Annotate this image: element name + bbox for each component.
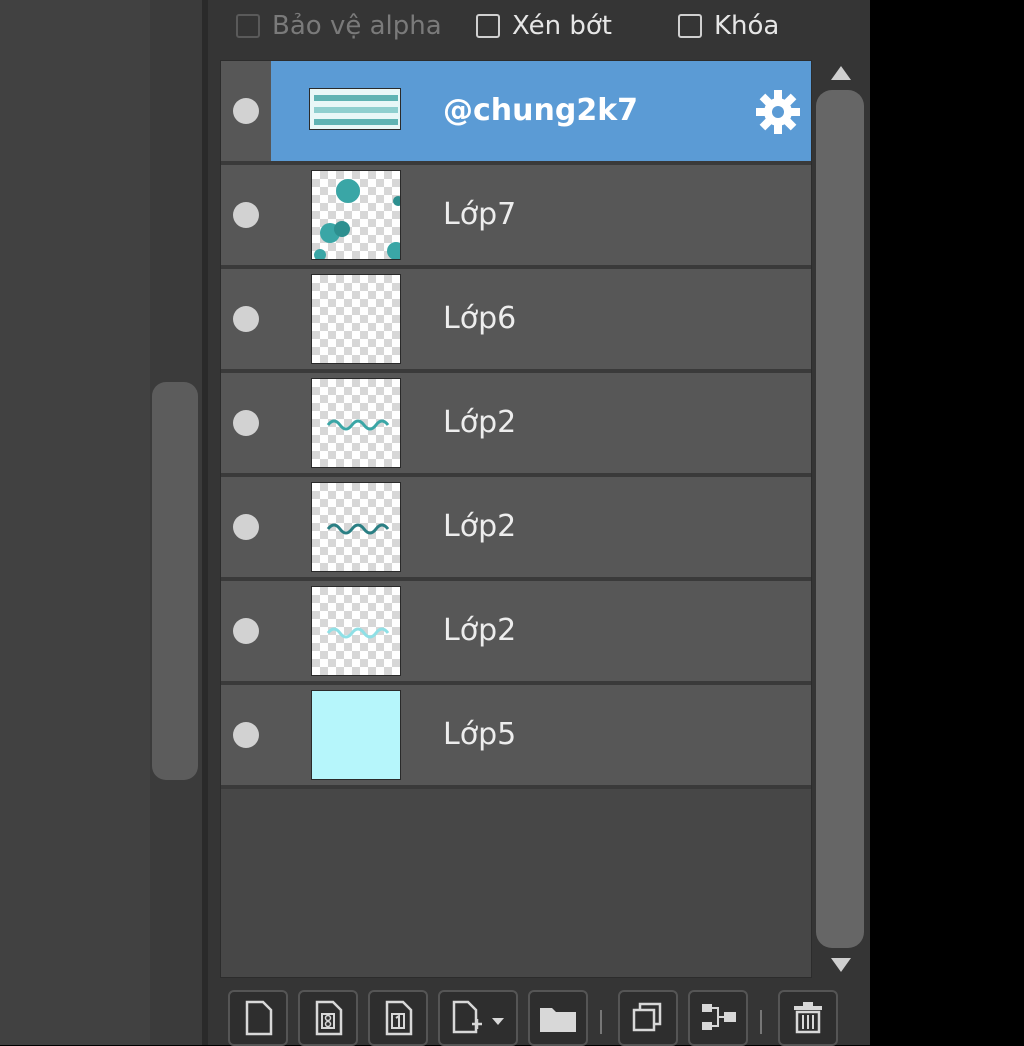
layer-name: Lớp5: [443, 717, 517, 752]
merge-down-button[interactable]: [688, 990, 748, 1046]
lock-option[interactable]: Khóa: [678, 10, 779, 42]
visibility-toggle[interactable]: [233, 202, 259, 228]
layer-list-scrollbar[interactable]: [814, 60, 866, 978]
clipping-option[interactable]: Xén bớt: [476, 10, 612, 42]
layer-panel: Bảo vệ alpha Xén bớt Khóa @chung2k7 Lớp7…: [208, 0, 870, 1046]
clipping-checkbox[interactable]: [476, 14, 500, 38]
layer-row[interactable]: Lớp2: [221, 581, 811, 685]
new-folder-button[interactable]: [528, 990, 588, 1046]
new-layer-button[interactable]: [228, 990, 288, 1046]
layer-row[interactable]: @chung2k7: [221, 61, 811, 165]
thumbnail-pattern: [314, 179, 400, 259]
protect-alpha-label: Bảo vệ alpha: [272, 11, 442, 41]
protect-alpha-checkbox[interactable]: [236, 14, 260, 38]
gear-icon[interactable]: [755, 89, 801, 135]
toolbar-separator: [760, 1010, 762, 1034]
new-layer-icon: [245, 1000, 273, 1036]
layer-name: Lớp7: [443, 197, 517, 232]
layer-thumbnail: [311, 482, 401, 572]
duplicate-layer-icon: [632, 1002, 662, 1032]
layer-thumbnail: [311, 586, 401, 676]
new-folder-icon: [540, 1008, 576, 1032]
layer-thumbnail: [311, 690, 401, 780]
merge-down-icon: [702, 1004, 736, 1030]
layer-options-bar: Bảo vệ alpha Xén bớt Khóa: [236, 0, 856, 52]
visibility-toggle[interactable]: [233, 410, 259, 436]
thumbnail-pattern: [326, 419, 390, 431]
layer-thumbnail: [309, 88, 401, 130]
canvas-side-area: [0, 0, 150, 1045]
scroll-up-arrow-icon[interactable]: [831, 66, 851, 80]
offscreen-area: [870, 0, 1024, 1045]
visibility-toggle[interactable]: [233, 514, 259, 540]
thumbnail-pattern: [310, 89, 400, 129]
layer-list: @chung2k7 Lớp7 Lớp6 Lớp2 Lớp2 Lớp2 Lớp5: [220, 60, 812, 978]
new-8bit-layer-icon: [315, 1000, 343, 1036]
toolbar-separator: [600, 1010, 602, 1034]
layer-row[interactable]: Lớp2: [221, 373, 811, 477]
layer-thumbnail: [311, 170, 401, 260]
thumbnail-pattern: [326, 627, 390, 639]
new-8bit-layer-button[interactable]: [298, 990, 358, 1046]
layer-name: Lớp2: [443, 509, 517, 544]
scroll-down-arrow-icon[interactable]: [831, 958, 851, 972]
clipping-label: Xén bớt: [512, 11, 612, 41]
layer-name: @chung2k7: [443, 93, 639, 128]
left-scroll-thumb[interactable]: [152, 382, 198, 780]
delete-layer-icon: [794, 1002, 822, 1034]
layer-row[interactable]: Lớp6: [221, 269, 811, 373]
visibility-toggle[interactable]: [233, 618, 259, 644]
lock-checkbox[interactable]: [678, 14, 702, 38]
delete-layer-button[interactable]: [778, 990, 838, 1046]
layer-thumbnail: [311, 274, 401, 364]
lock-label: Khóa: [714, 11, 780, 41]
new-1bit-layer-button[interactable]: [368, 990, 428, 1046]
visibility-toggle[interactable]: [233, 722, 259, 748]
thumbnail-pattern: [326, 523, 390, 535]
new-1bit-layer-icon: [385, 1000, 413, 1036]
visibility-toggle[interactable]: [233, 98, 259, 124]
scroll-thumb[interactable]: [816, 90, 864, 948]
layer-toolbar: [220, 982, 870, 1046]
add-layer-menu-icon: [452, 1000, 504, 1034]
layer-thumbnail: [311, 378, 401, 468]
layer-row[interactable]: Lớp2: [221, 477, 811, 581]
layer-row[interactable]: Lớp5: [221, 685, 811, 789]
visibility-toggle[interactable]: [233, 306, 259, 332]
add-layer-menu-button[interactable]: [438, 990, 518, 1046]
layer-row[interactable]: Lớp7: [221, 165, 811, 269]
duplicate-layer-button[interactable]: [618, 990, 678, 1046]
layer-name: Lớp6: [443, 301, 517, 336]
layer-name: Lớp2: [443, 613, 517, 648]
layer-name: Lớp2: [443, 405, 517, 440]
protect-alpha-option[interactable]: Bảo vệ alpha: [236, 10, 442, 42]
